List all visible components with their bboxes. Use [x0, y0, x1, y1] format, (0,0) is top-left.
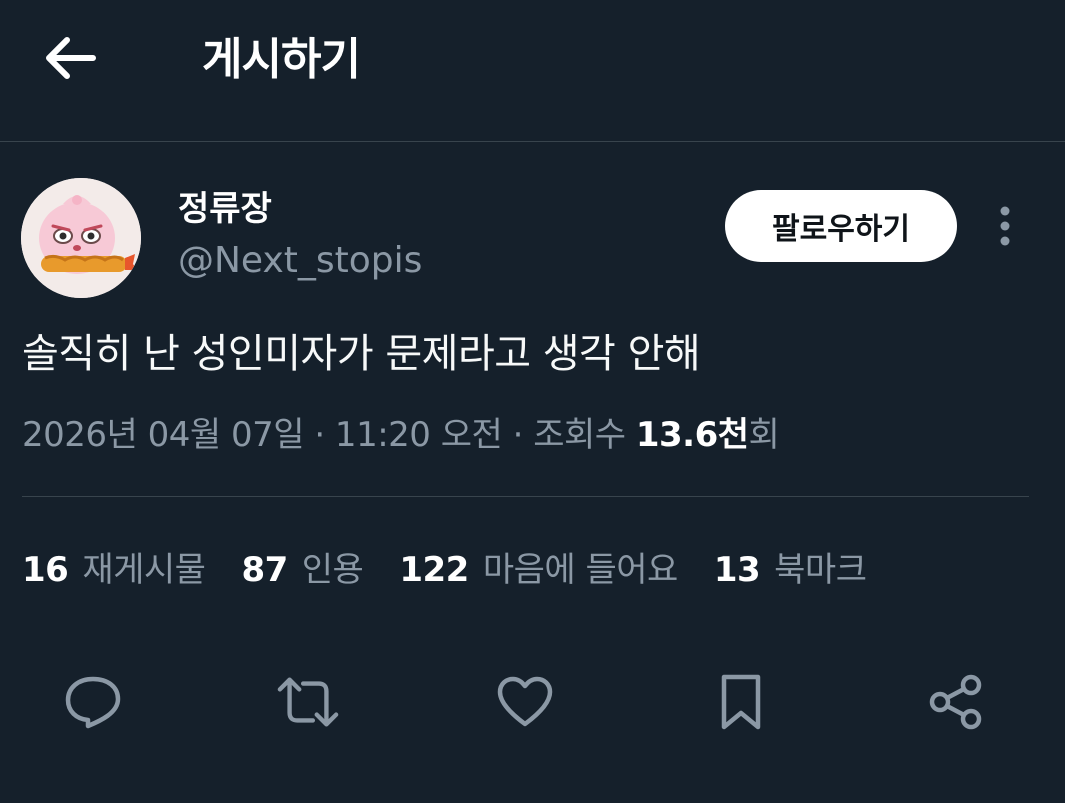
post-timestamp[interactable]: 2026년 04월 07일 · 11:20 오전 · 조회수: [22, 415, 636, 455]
views-suffix: 회: [748, 415, 780, 455]
post-detail-screen: 게시하기 정류장 @Next_stopis 팔로우하기 솔직히 난 성인미자가 …: [0, 0, 1065, 803]
like-button[interactable]: [493, 670, 557, 734]
author-handle[interactable]: @Next_stopis: [178, 238, 422, 284]
stat-reposts[interactable]: 16 재게시물: [22, 542, 206, 591]
back-button[interactable]: [40, 30, 100, 86]
stat-likes[interactable]: 122 마음에 들어요: [399, 542, 679, 591]
more-vertical-icon: [1000, 206, 1010, 246]
repost-icon: [277, 677, 339, 727]
bookmark-icon: [721, 674, 761, 730]
share-button[interactable]: [924, 670, 988, 734]
more-options-button[interactable]: [985, 200, 1025, 252]
post-text: 솔직히 난 성인미자가 문제라고 생각 안해: [22, 331, 701, 377]
arrow-left-icon: [46, 37, 96, 79]
stat-label: 재게시물: [82, 549, 206, 590]
post-meta: 2026년 04월 07일 · 11:20 오전 · 조회수 13.6천회: [22, 410, 780, 460]
views-count: 13.6천: [635, 415, 749, 455]
repost-button[interactable]: [276, 670, 340, 734]
avatar[interactable]: [21, 178, 141, 298]
bookmark-button[interactable]: [709, 670, 773, 734]
divider: [22, 496, 1029, 497]
engagement-stats: 16 재게시물 87 인용 122 마음에 들어요 13 북마크: [22, 540, 903, 592]
share-icon: [929, 674, 982, 730]
avatar-image: [21, 178, 141, 298]
top-app-bar: 게시하기: [0, 0, 1065, 142]
page-title: 게시하기: [202, 34, 361, 85]
stat-count: 16: [22, 549, 69, 590]
heart-icon: [497, 676, 553, 727]
reply-button[interactable]: [61, 670, 125, 734]
stat-count: 13: [713, 549, 761, 590]
stat-label: 북마크: [774, 549, 867, 590]
stat-bookmarks[interactable]: 13 북마크: [714, 542, 867, 591]
stat-count: 122: [399, 549, 469, 590]
stat-count: 87: [241, 549, 288, 590]
stat-label: 마음에 들어요: [482, 549, 679, 590]
follow-button[interactable]: 팔로우하기: [725, 190, 957, 262]
author-display-name[interactable]: 정류장: [178, 186, 272, 232]
stat-label: 인용: [301, 549, 364, 590]
reply-icon: [65, 676, 121, 729]
stat-quotes[interactable]: 87 인용: [241, 542, 363, 591]
